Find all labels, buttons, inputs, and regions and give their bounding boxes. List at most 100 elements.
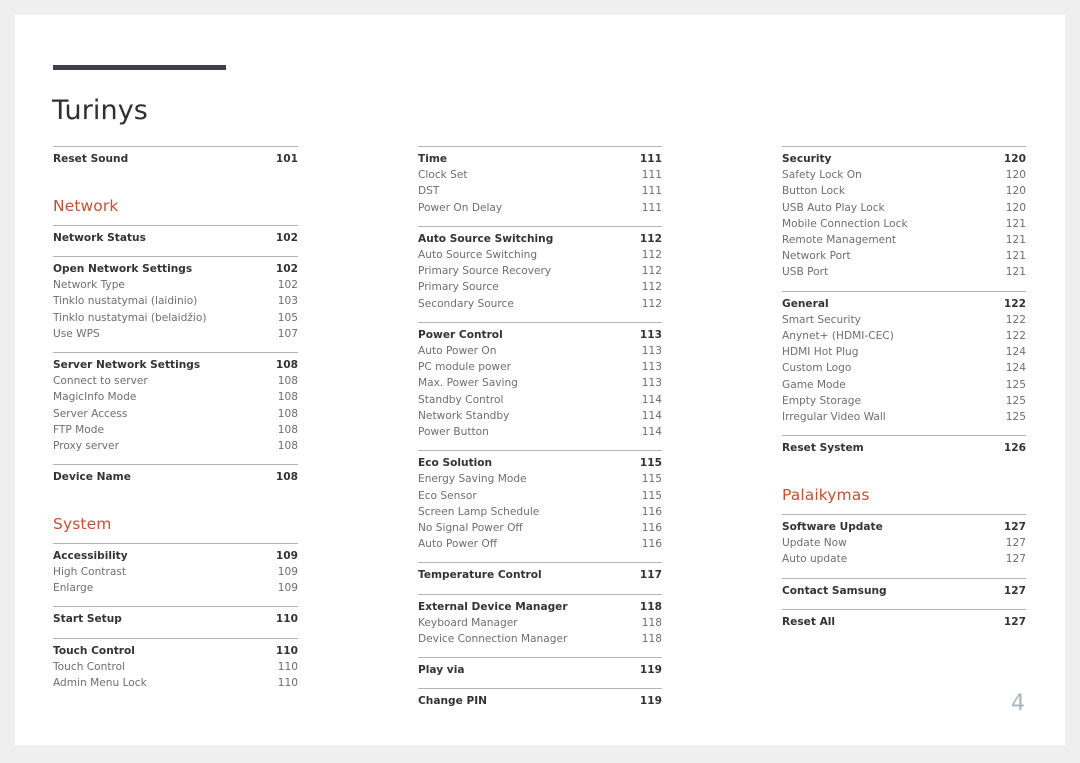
toc-subentry[interactable]: Power On Delay 111 (418, 200, 662, 216)
toc-group: Start Setup 110 (53, 606, 298, 627)
toc-entry[interactable]: Time 111 (418, 151, 662, 167)
toc-entry-label: Connect to server (53, 375, 148, 388)
toc-subentry[interactable]: USB Auto Play Lock 120 (782, 200, 1026, 216)
toc-entry[interactable]: Server Network Settings 108 (53, 357, 298, 373)
toc-subentry[interactable]: Connect to server 108 (53, 373, 298, 389)
toc-subentry[interactable]: Use WPS 107 (53, 326, 298, 342)
toc-subentry[interactable]: Tinklo nustatymai (laidinio) 103 (53, 293, 298, 309)
toc-entry-label: Security (782, 153, 832, 165)
toc-entry-page: 125 (1005, 378, 1026, 391)
toc-entry[interactable]: Eco Solution 115 (418, 455, 662, 471)
toc-entry[interactable]: Play via 119 (418, 662, 662, 678)
toc-subentry[interactable]: Game Mode 125 (782, 377, 1026, 393)
toc-subentry[interactable]: Primary Source 112 (418, 279, 662, 295)
toc-entry-label: High Contrast (53, 566, 126, 579)
toc-subentry[interactable]: Smart Security 122 (782, 312, 1026, 328)
toc-subentry[interactable]: Custom Logo 124 (782, 360, 1026, 376)
toc-entry-page: 112 (641, 249, 662, 262)
toc-subentry[interactable]: Mobile Connection Lock 121 (782, 216, 1026, 232)
toc-subentry[interactable]: Energy Saving Mode 115 (418, 471, 662, 487)
toc-subentry[interactable]: Network Type 102 (53, 277, 298, 293)
toc-entry[interactable]: Reset Sound 101 (53, 151, 298, 167)
toc-subentry[interactable]: Safety Lock On 120 (782, 167, 1026, 183)
toc-subentry[interactable]: USB Port 121 (782, 264, 1026, 280)
toc-entry[interactable]: Change PIN 119 (418, 693, 662, 709)
toc-entry-page: 111 (641, 169, 662, 182)
toc-subentry[interactable]: Update Now 127 (782, 535, 1026, 551)
toc-subentry[interactable]: Button Lock 120 (782, 183, 1026, 199)
toc-subentry[interactable]: Auto Source Switching 112 (418, 247, 662, 263)
toc-entry[interactable]: General 122 (782, 296, 1026, 312)
toc-entry-label: Eco Sensor (418, 489, 477, 502)
toc-subentry[interactable]: Network Port 121 (782, 248, 1026, 264)
toc-subentry[interactable]: Keyboard Manager 118 (418, 615, 662, 631)
toc-subentry[interactable]: PC module power 113 (418, 359, 662, 375)
toc-entry[interactable]: Reset All 127 (782, 614, 1026, 630)
toc-subentry[interactable]: Power Button 114 (418, 424, 662, 440)
toc-subentry[interactable]: Irregular Video Wall 125 (782, 409, 1026, 425)
toc-subentry[interactable]: Max. Power Saving 113 (418, 375, 662, 391)
toc-entry[interactable]: Software Update 127 (782, 519, 1026, 535)
toc-entry[interactable]: Network Status 102 (53, 230, 298, 246)
toc-entry[interactable]: External Device Manager 118 (418, 599, 662, 615)
toc-entry[interactable]: Device Name 108 (53, 469, 298, 485)
toc-subentry[interactable]: Empty Storage 125 (782, 393, 1026, 409)
toc-subentry[interactable]: DST 111 (418, 183, 662, 199)
toc-entry[interactable]: Security 120 (782, 151, 1026, 167)
toc-subentry[interactable]: High Contrast 109 (53, 564, 298, 580)
toc-group: Open Network Settings 102 Network Type 102 T… (53, 255, 298, 342)
toc-entry-page: 121 (1005, 217, 1026, 230)
toc-subentry[interactable]: Device Connection Manager 118 (418, 631, 662, 647)
toc-entry[interactable]: Auto Source Switching 112 (418, 231, 662, 247)
toc-subentry[interactable]: FTP Mode 108 (53, 422, 298, 438)
toc-entry-page: 113 (641, 361, 662, 374)
toc-entry-page: 127 (1005, 537, 1026, 550)
toc-entry-page: 121 (1005, 266, 1026, 279)
toc-entry-label: Power Button (418, 426, 489, 439)
toc-entry-page: 121 (1005, 234, 1026, 247)
toc-entry-page: 120 (1005, 201, 1026, 214)
toc-entry-label: Clock Set (418, 169, 468, 182)
toc-subentry[interactable]: Tinklo nustatymai (belaidžio) 105 (53, 310, 298, 326)
toc-entry-label: Contact Samsung (782, 584, 887, 597)
toc-subentry[interactable]: Auto update 127 (782, 551, 1026, 567)
toc-subentry[interactable]: Primary Source Recovery 112 (418, 263, 662, 279)
toc-subentry[interactable]: Remote Management 121 (782, 232, 1026, 248)
toc-subentry[interactable]: No Signal Power Off 116 (418, 520, 662, 536)
toc-entry-page: 117 (639, 569, 662, 582)
toc-entry-page: 118 (641, 616, 662, 629)
toc-entry[interactable]: Power Control 113 (418, 327, 662, 343)
toc-subentry[interactable]: Screen Lamp Schedule 116 (418, 504, 662, 520)
toc-subentry[interactable]: Admin Menu Lock 110 (53, 675, 298, 691)
toc-subentry[interactable]: Auto Power Off 116 (418, 536, 662, 552)
toc-entry-label: Mobile Connection Lock (782, 217, 908, 230)
toc-entry-page: 127 (1003, 520, 1026, 533)
toc-subentry[interactable]: Eco Sensor 115 (418, 488, 662, 504)
toc-subentry[interactable]: Server Access 108 (53, 406, 298, 422)
toc-entry[interactable]: Accessibility 109 (53, 548, 298, 564)
toc-entry-page: 114 (641, 393, 662, 406)
toc-entry-label: Server Network Settings (53, 358, 201, 371)
toc-entry[interactable]: Reset System 126 (782, 440, 1026, 456)
toc-subentry[interactable]: Anynet+ (HDMI-CEC) 122 (782, 328, 1026, 344)
toc-subentry[interactable]: Auto Power On 113 (418, 343, 662, 359)
toc-subentry[interactable]: Clock Set 111 (418, 167, 662, 183)
toc-entry-page: 105 (277, 311, 298, 324)
toc-entry[interactable]: Contact Samsung 127 (782, 583, 1026, 599)
toc-entry-page: 120 (1005, 169, 1026, 182)
toc-entry[interactable]: Start Setup 110 (53, 611, 298, 627)
toc-subentry[interactable]: Secondary Source 112 (418, 296, 662, 312)
toc-subentry[interactable]: Proxy server 108 (53, 438, 298, 454)
toc-entry[interactable]: Temperature Control 117 (418, 567, 662, 583)
toc-subentry[interactable]: Touch Control 110 (53, 659, 298, 675)
toc-subentry[interactable]: Standby Control 114 (418, 392, 662, 408)
toc-subentry[interactable]: MagicInfo Mode 108 (53, 389, 298, 405)
toc-entry[interactable]: Open Network Settings 102 (53, 261, 298, 277)
toc-subentry[interactable]: Enlarge 109 (53, 580, 298, 596)
toc-subentry[interactable]: HDMI Hot Plug 124 (782, 344, 1026, 360)
toc-subentry[interactable]: Network Standby 114 (418, 408, 662, 424)
toc-entry[interactable]: Touch Control 110 (53, 643, 298, 659)
